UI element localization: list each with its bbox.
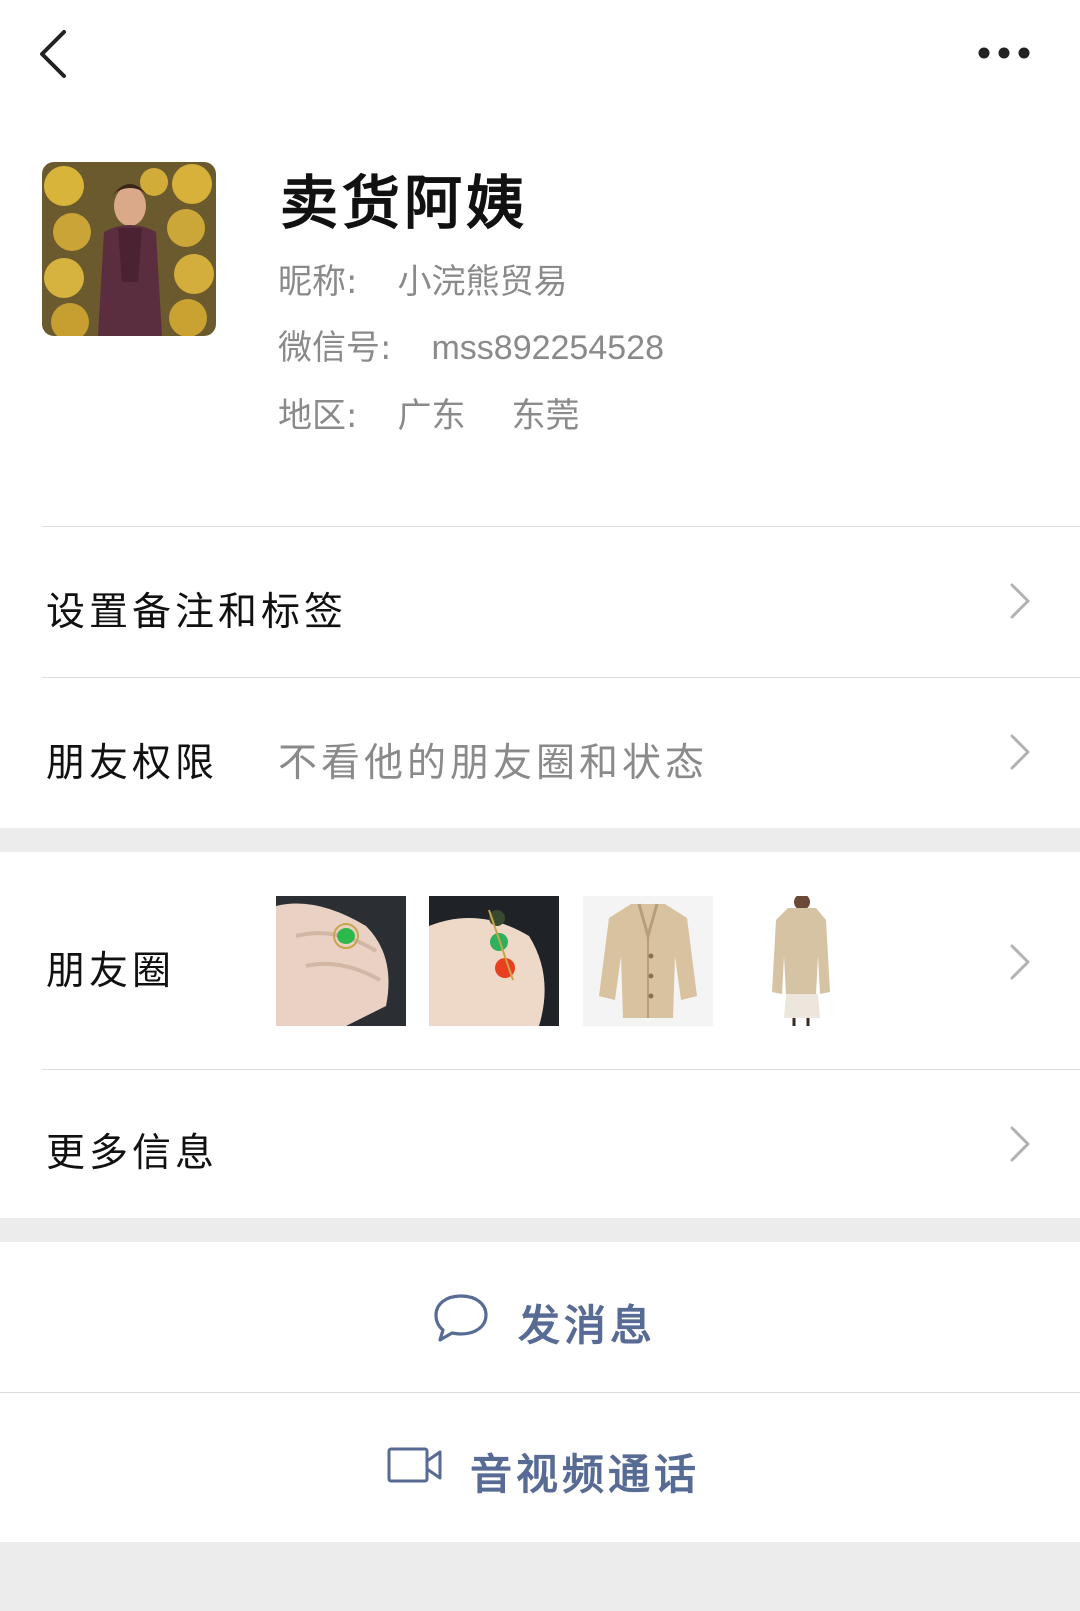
more-icon[interactable] bbox=[976, 38, 1032, 68]
chevron-right-icon bbox=[1010, 1126, 1030, 1162]
nickname-label: 昵称: bbox=[278, 262, 358, 302]
moments-label: 朋友圈 bbox=[46, 949, 176, 994]
video-call-label: 音视频通话 bbox=[470, 1450, 701, 1499]
display-name: 卖货阿姨 bbox=[280, 169, 529, 237]
region-line: 地区: 广东 东莞 bbox=[278, 394, 579, 438]
video-camera-icon bbox=[387, 1447, 442, 1483]
chevron-right-icon bbox=[1010, 583, 1030, 619]
send-message-button[interactable]: 发消息 bbox=[0, 1242, 1080, 1392]
friend-permissions-label: 朋友权限 bbox=[46, 741, 219, 786]
nickname-line: 昵称: 小浣熊贸易 bbox=[278, 260, 567, 304]
send-message-label: 发消息 bbox=[518, 1301, 657, 1350]
moments-thumbnail[interactable] bbox=[276, 896, 406, 1026]
back-icon[interactable] bbox=[30, 24, 78, 84]
avatar[interactable] bbox=[42, 162, 216, 336]
friend-permissions-row[interactable]: 朋友权限 不看他的朋友圈和状态 bbox=[0, 678, 1080, 828]
remark-tags-row[interactable]: 设置备注和标签 bbox=[0, 527, 1080, 677]
wechat-id-value[interactable]: mss892254528 bbox=[431, 326, 664, 370]
friend-permissions-value: 不看他的朋友圈和状态 bbox=[278, 741, 709, 786]
more-info-row[interactable]: 更多信息 bbox=[0, 1070, 1080, 1218]
chevron-right-icon bbox=[1010, 734, 1030, 770]
region-label: 地区: bbox=[278, 396, 358, 436]
contact-profile-page: 卖货阿姨 昵称: 小浣熊贸易 微信号: mss892254528 地区: 广东 东莞 设… bbox=[0, 0, 1080, 1611]
chevron-right-icon bbox=[1010, 944, 1030, 980]
moments-thumbnail[interactable] bbox=[429, 896, 559, 1026]
region-province: 广东 bbox=[397, 396, 466, 436]
moments-thumbnail[interactable] bbox=[736, 896, 866, 1026]
chat-bubble-icon bbox=[434, 1294, 488, 1342]
moments-thumbnail[interactable] bbox=[583, 896, 713, 1026]
more-info-label: 更多信息 bbox=[46, 1131, 219, 1176]
wechat-id-line: 微信号: mss892254528 bbox=[278, 326, 664, 370]
video-call-button[interactable]: 音视频通话 bbox=[0, 1393, 1080, 1543]
nickname-value: 小浣熊贸易 bbox=[397, 262, 568, 302]
region-city: 东莞 bbox=[511, 396, 580, 436]
remark-tags-label: 设置备注和标签 bbox=[46, 590, 348, 635]
wechat-id-label: 微信号: bbox=[278, 328, 392, 368]
